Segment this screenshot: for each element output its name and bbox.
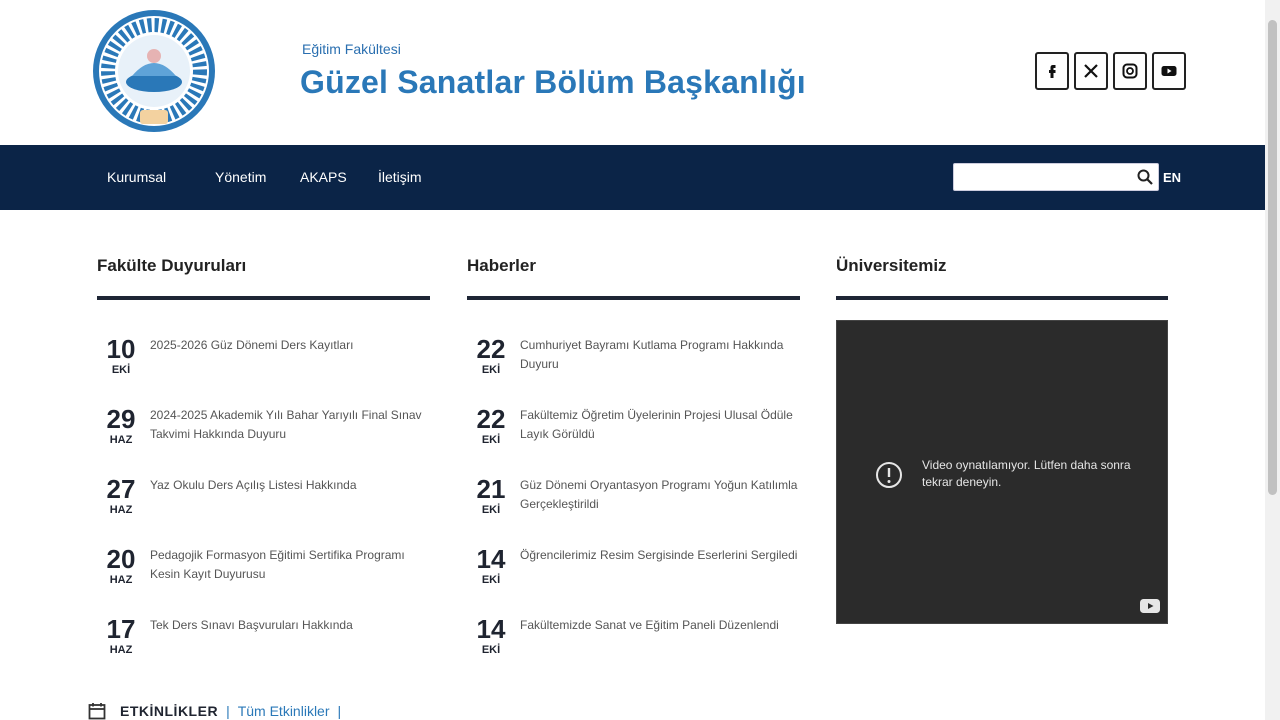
news-month: EKİ xyxy=(481,504,501,516)
nav-item-akaps[interactable]: AKAPS xyxy=(300,145,347,210)
events-divider xyxy=(97,296,430,300)
news-title[interactable]: Güz Dönemi Oryantasyon Programı Yoğun Ka… xyxy=(520,476,800,514)
nav-item-kurumsal[interactable]: Kurumsal xyxy=(107,145,166,210)
event-day: 29 xyxy=(106,404,136,434)
main-navbar: Kurumsal Yönetim AKAPS İletişim EN xyxy=(0,145,1265,210)
university-logo[interactable] xyxy=(90,10,218,132)
university-heading: Üniversitemiz xyxy=(836,256,947,275)
news-month: EKİ xyxy=(481,574,501,586)
x-icon[interactable] xyxy=(1074,52,1108,90)
news-day: 21 xyxy=(476,474,506,504)
events-heading: Fakülte Duyuruları xyxy=(97,256,247,275)
news-item[interactable]: 14 EKİ Fakültemizde Sanat ve Eğitim Pane… xyxy=(470,614,800,670)
video-player[interactable]: Video oynatılamıyor. Lütfen daha sonra t… xyxy=(836,320,1168,624)
news-month: EKİ xyxy=(481,434,501,446)
instagram-icon[interactable] xyxy=(1113,52,1147,90)
news-item[interactable]: 14 EKİ Öğrencilerimiz Resim Sergisinde E… xyxy=(470,544,800,600)
news-divider xyxy=(467,296,800,300)
news-month: EKİ xyxy=(481,644,501,656)
footer-separator: | xyxy=(226,703,230,719)
facebook-icon[interactable] xyxy=(1035,52,1069,90)
event-item[interactable]: 17 HAZ Tek Ders Sınavı Başvuruları Hakkı… xyxy=(100,614,430,670)
news-item[interactable]: 22 EKİ Cumhuriyet Bayramı Kutlama Progra… xyxy=(470,334,800,390)
video-error-message: Video oynatılamıyor. Lütfen daha sonra t… xyxy=(922,458,1131,489)
event-month: HAZ xyxy=(109,644,133,656)
news-day: 14 xyxy=(476,614,506,644)
youtube-icon[interactable] xyxy=(1139,597,1161,615)
search-icon[interactable] xyxy=(1136,168,1154,186)
search-box xyxy=(953,163,1159,191)
calendar-icon xyxy=(88,703,106,720)
warning-icon xyxy=(876,462,902,488)
news-month: EKİ xyxy=(481,364,501,376)
event-day: 17 xyxy=(106,614,136,644)
event-title[interactable]: Pedagojik Formasyon Eğitimi Sertifika Pr… xyxy=(150,546,430,584)
news-title[interactable]: Fakültemizde Sanat ve Eğitim Paneli Düze… xyxy=(520,616,800,635)
faculty-name: Eğitim Fakültesi xyxy=(302,41,401,57)
events-footer: ETKİNLİKLER | Tüm Etkinlikler | xyxy=(88,700,349,720)
news-title[interactable]: Fakültemiz Öğretim Üyelerinin Projesi Ul… xyxy=(520,406,800,444)
event-title[interactable]: Tek Ders Sınavı Başvuruları Hakkında xyxy=(150,616,430,635)
university-divider xyxy=(836,296,1168,300)
news-heading: Haberler xyxy=(467,256,536,275)
search-input[interactable] xyxy=(954,164,1132,190)
news-title[interactable]: Cumhuriyet Bayramı Kutlama Programı Hakk… xyxy=(520,336,800,374)
event-item[interactable]: 27 HAZ Yaz Okulu Ders Açılış Listesi Hak… xyxy=(100,474,430,530)
nav-item-iletisim[interactable]: İletişim xyxy=(378,145,422,210)
news-day: 22 xyxy=(476,404,506,434)
nav-item-yonetim[interactable]: Yönetim xyxy=(215,145,266,210)
site-header: Eğitim Fakültesi Güzel Sanatlar Bölüm Ba… xyxy=(0,0,1280,145)
event-item[interactable]: 20 HAZ Pedagojik Formasyon Eğitimi Serti… xyxy=(100,544,430,600)
news-item[interactable]: 22 EKİ Fakültemiz Öğretim Üyelerinin Pro… xyxy=(470,404,800,460)
page-title[interactable]: Güzel Sanatlar Bölüm Başkanlığı xyxy=(300,64,806,101)
event-item[interactable]: 29 HAZ 2024-2025 Akademik Yılı Bahar Yar… xyxy=(100,404,430,460)
event-month: EKİ xyxy=(111,364,131,376)
event-title[interactable]: Yaz Okulu Ders Açılış Listesi Hakkında xyxy=(150,476,430,495)
event-title[interactable]: 2024-2025 Akademik Yılı Bahar Yarıyılı F… xyxy=(150,406,430,444)
event-month: HAZ xyxy=(109,574,133,586)
youtube-icon[interactable] xyxy=(1152,52,1186,90)
event-month: HAZ xyxy=(109,504,133,516)
page-scrollbar[interactable] xyxy=(1265,0,1280,720)
news-day: 22 xyxy=(476,334,506,364)
event-day: 27 xyxy=(106,474,136,504)
footer-separator-end: | xyxy=(337,703,342,719)
news-item[interactable]: 21 EKİ Güz Dönemi Oryantasyon Programı Y… xyxy=(470,474,800,530)
all-events-link[interactable]: Tüm Etkinlikler xyxy=(238,703,330,719)
news-day: 14 xyxy=(476,544,506,574)
event-day: 10 xyxy=(106,334,136,364)
event-item[interactable]: 10 EKİ 2025-2026 Güz Dönemi Ders Kayıtla… xyxy=(100,334,430,390)
all-events-label[interactable]: ETKİNLİKLER xyxy=(120,703,218,719)
event-month: HAZ xyxy=(109,434,133,446)
event-day: 20 xyxy=(106,544,136,574)
news-title[interactable]: Öğrencilerimiz Resim Sergisinde Eserleri… xyxy=(520,546,800,565)
event-title[interactable]: 2025-2026 Güz Dönemi Ders Kayıtları xyxy=(150,336,430,355)
scrollbar-thumb[interactable] xyxy=(1268,20,1277,495)
language-switch[interactable]: EN xyxy=(1163,145,1181,210)
